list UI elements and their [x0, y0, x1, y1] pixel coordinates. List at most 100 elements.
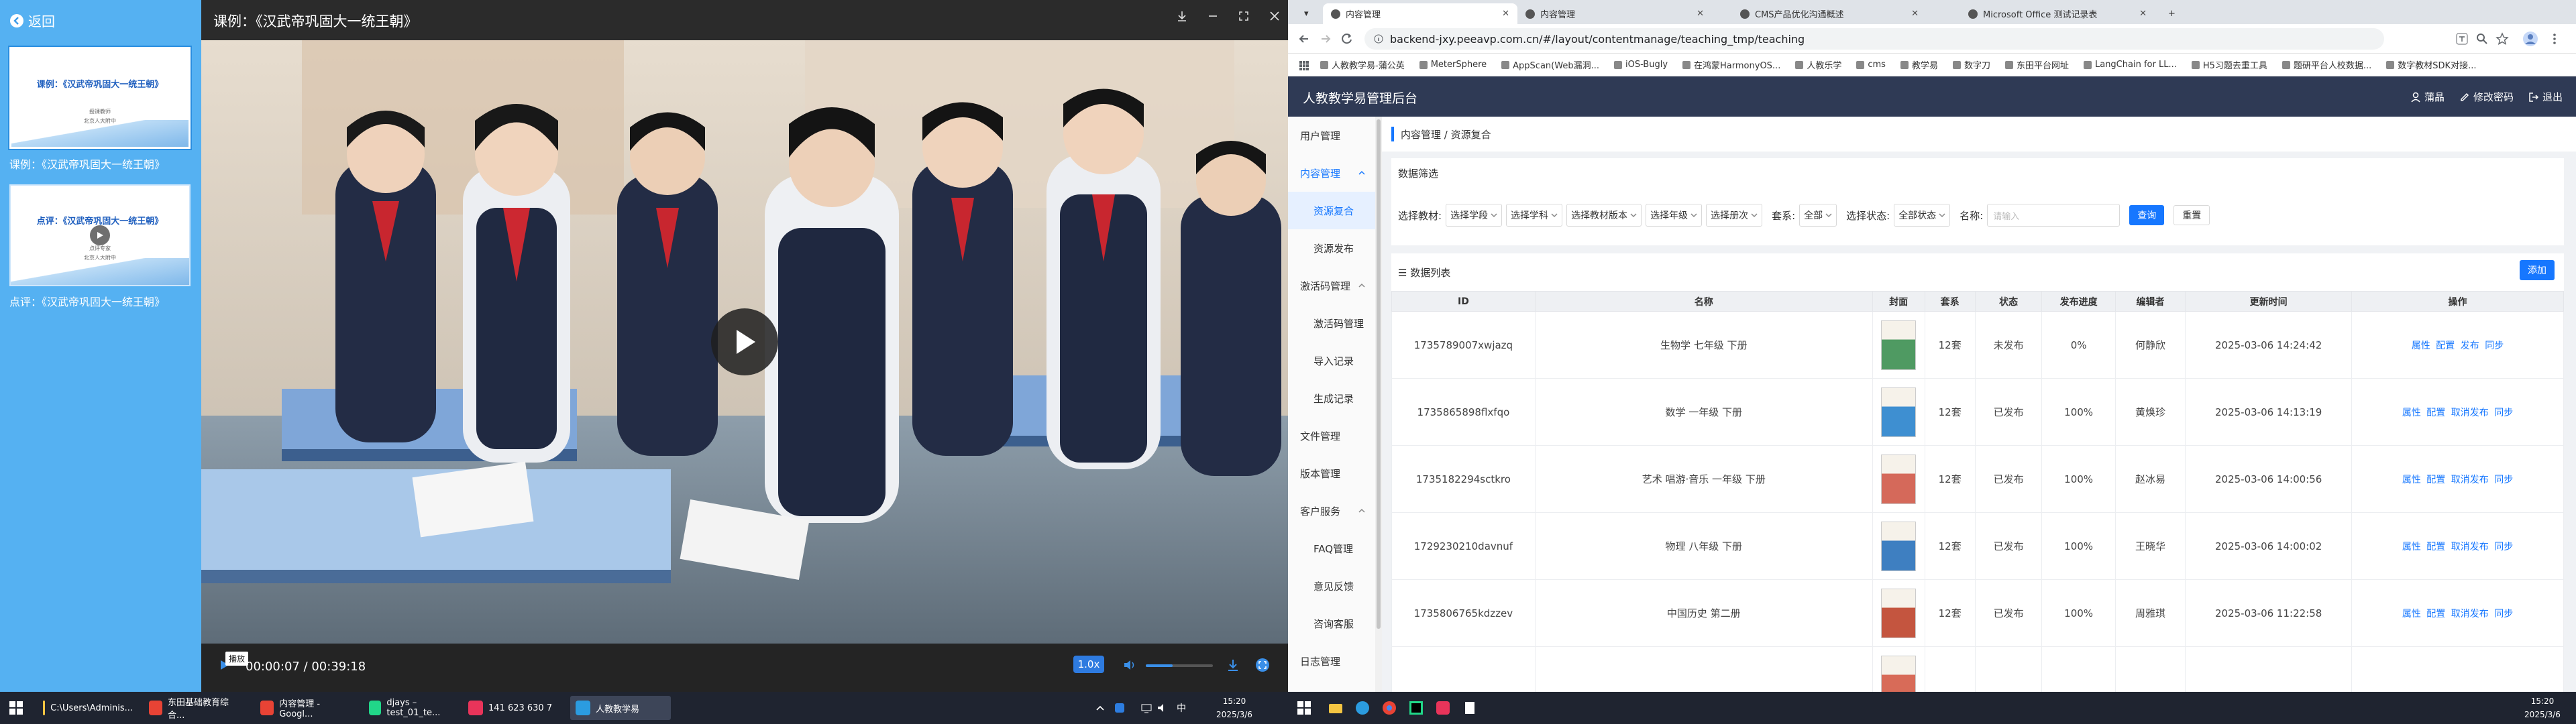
- material-select[interactable]: 选择学段: [1446, 204, 1503, 227]
- menu-item[interactable]: 版本管理: [1288, 455, 1375, 492]
- site-info-icon[interactable]: [1374, 34, 1383, 44]
- chrome-icon[interactable]: [1382, 701, 1397, 715]
- browser-tab[interactable]: CMS产品优化沟通概述 ✕: [1732, 3, 1927, 24]
- taskbar-app[interactable]: C:\Users\Adminis...: [38, 696, 138, 720]
- forward-icon[interactable]: [1319, 32, 1332, 46]
- network-icon[interactable]: [1140, 702, 1152, 714]
- cover-image[interactable]: [1881, 320, 1917, 370]
- change-password-button[interactable]: 修改密码: [2459, 90, 2514, 104]
- apps-grid-icon[interactable]: [1299, 60, 1309, 71]
- side-menu-scrollbar[interactable]: [1375, 117, 1382, 692]
- bookmark-item[interactable]: LangChain for LL...: [2083, 60, 2177, 70]
- tab-close-icon[interactable]: ✕: [1697, 9, 1704, 19]
- speed-button[interactable]: 1.0x: [1073, 656, 1104, 673]
- edge-icon[interactable]: [1355, 701, 1370, 715]
- tab-close-icon[interactable]: ✕: [2139, 9, 2147, 19]
- ime-indicator[interactable]: 中: [1177, 701, 1186, 715]
- material-select[interactable]: 选择册次: [1706, 204, 1763, 227]
- menu-item[interactable]: 用户管理: [1288, 117, 1375, 154]
- tab-search-icon[interactable]: ▾: [1296, 3, 1317, 24]
- close-icon[interactable]: [1268, 9, 1281, 23]
- search-button[interactable]: 查询: [2129, 205, 2165, 225]
- download-icon[interactable]: [1175, 9, 1189, 23]
- bookmark-item[interactable]: 数字刀: [1952, 58, 1990, 71]
- volume-slider[interactable]: [1146, 664, 1213, 667]
- minimize-icon[interactable]: [1206, 9, 1220, 23]
- taskbar-clock[interactable]: 15:20 2025/3/6: [2516, 695, 2569, 721]
- bookmark-item[interactable]: H5习题去重工具: [2191, 58, 2267, 71]
- more-menu-icon[interactable]: [2548, 32, 2561, 46]
- material-select[interactable]: 选择学科: [1506, 204, 1563, 227]
- back-button[interactable]: 返回: [9, 11, 55, 30]
- bookmark-item[interactable]: 在鸿蒙HarmonyOS...: [1682, 58, 1780, 71]
- ops-cell[interactable]: 属性 配置 取消发布 同步: [2351, 445, 2564, 513]
- menu-item[interactable]: 资源复合: [1288, 192, 1375, 229]
- bookmark-item[interactable]: 题研平台人校数据...: [2282, 58, 2371, 71]
- notepad-icon[interactable]: [1462, 701, 1477, 715]
- bookmark-item[interactable]: 人教教学易-蒲公英: [1320, 58, 1405, 71]
- browser-tab[interactable]: 内容管理 ✕: [1517, 3, 1712, 24]
- bookmark-item[interactable]: iOS-Bugly: [1613, 60, 1668, 70]
- file-explorer-icon[interactable]: [1328, 701, 1343, 715]
- speaker-icon[interactable]: [1157, 702, 1169, 714]
- cover-image[interactable]: [1881, 588, 1917, 638]
- reload-icon[interactable]: [1340, 32, 1354, 46]
- menu-item[interactable]: 日志管理: [1288, 642, 1375, 680]
- taskbar-app[interactable]: 141 623 630 7: [463, 696, 564, 720]
- security-tray-icon[interactable]: [1114, 702, 1126, 714]
- ops-cell[interactable]: 属性 配置 取消发布 同步: [2351, 378, 2564, 446]
- playlist-thumbnail[interactable]: 课例：《汉武帝巩固大一统王朝》授课教师北京人大附中: [9, 47, 191, 149]
- taskbar-app[interactable]: 内容管理 - Googl...: [255, 696, 356, 720]
- menu-item[interactable]: 导入记录: [1288, 342, 1375, 379]
- browser-tab[interactable]: 内容管理 ✕: [1323, 3, 1517, 24]
- windows-start-icon[interactable]: [9, 701, 23, 715]
- playlist-item[interactable]: 课例：《汉武帝巩固大一统王朝》授课教师北京人大附中课例：《汉武帝巩固大一统王朝》: [9, 47, 191, 172]
- tab-close-icon[interactable]: ✕: [1502, 9, 1509, 19]
- fullscreen-button[interactable]: [1253, 656, 1272, 674]
- ops-cell[interactable]: 属性 配置 取消发布 同步: [2351, 579, 2564, 647]
- material-select[interactable]: 选择年级: [1646, 204, 1703, 227]
- browser-tab[interactable]: Microsoft Office 测试记录表 ✕: [1960, 3, 2155, 24]
- status-select[interactable]: 全部状态: [1894, 204, 1951, 227]
- volume-button[interactable]: [1120, 656, 1139, 674]
- menu-item[interactable]: 激活码管理: [1288, 267, 1375, 304]
- ops-cell[interactable]: 属性 配置 发布 同步: [2351, 311, 2564, 379]
- taskbar-app[interactable]: djays – test_01_te...: [364, 696, 464, 720]
- menu-item[interactable]: 意见反馈: [1288, 567, 1375, 605]
- new-tab-button[interactable]: +: [2160, 3, 2184, 24]
- menu-item[interactable]: FAQ管理: [1288, 530, 1375, 567]
- cover-image[interactable]: [1881, 521, 1917, 571]
- taskbar-app[interactable]: 东田基础教育综合...: [144, 696, 244, 721]
- menu-item[interactable]: 激活码管理: [1288, 304, 1375, 342]
- playlist-thumbnail[interactable]: 点评：《汉武帝巩固大一统王朝》点评专家北京人大附中: [9, 184, 191, 286]
- ops-cell[interactable]: 属性 配置 取消发布 同步: [2351, 512, 2564, 580]
- menu-item[interactable]: 客户服务: [1288, 492, 1375, 530]
- bookmark-item[interactable]: 东田平台网址: [2004, 58, 2069, 71]
- menu-item[interactable]: 文件管理: [1288, 417, 1375, 455]
- add-button[interactable]: 添加: [2520, 260, 2555, 280]
- reset-button[interactable]: 重置: [2174, 205, 2210, 225]
- translate-icon[interactable]: [2455, 32, 2469, 46]
- scrollbar-thumb[interactable]: [1377, 119, 1381, 629]
- video-frame[interactable]: [201, 40, 1288, 644]
- menu-item[interactable]: 资源发布: [1288, 229, 1375, 267]
- url-bar[interactable]: backend-jxy.peeavp.com.cn/#/layout/conte…: [1364, 28, 2384, 50]
- user-menu[interactable]: 蒲晶: [2410, 90, 2445, 104]
- meeting-app-icon[interactable]: [1436, 701, 1450, 715]
- bookmark-item[interactable]: MeterSphere: [1419, 60, 1487, 70]
- taskbar-clock[interactable]: 15:20 2025/3/6: [1208, 695, 1261, 721]
- big-play-button[interactable]: [711, 308, 778, 375]
- back-icon[interactable]: [1297, 32, 1311, 46]
- star-icon[interactable]: [2496, 32, 2509, 46]
- set-select[interactable]: 全部: [1799, 204, 1837, 227]
- logout-button[interactable]: 退出: [2528, 90, 2563, 104]
- name-input[interactable]: 请输入: [1987, 204, 2121, 227]
- tab-close-icon[interactable]: ✕: [1911, 9, 1919, 19]
- download-video-button[interactable]: [1224, 656, 1242, 674]
- taskbar-app[interactable]: 人教教学易: [570, 696, 671, 720]
- windows-start-icon[interactable]: [1297, 701, 1311, 715]
- maximize-icon[interactable]: [1237, 9, 1250, 23]
- pycharm-icon[interactable]: [1409, 701, 1424, 715]
- menu-item[interactable]: 内容管理: [1288, 154, 1375, 192]
- zoom-icon[interactable]: [2475, 32, 2489, 46]
